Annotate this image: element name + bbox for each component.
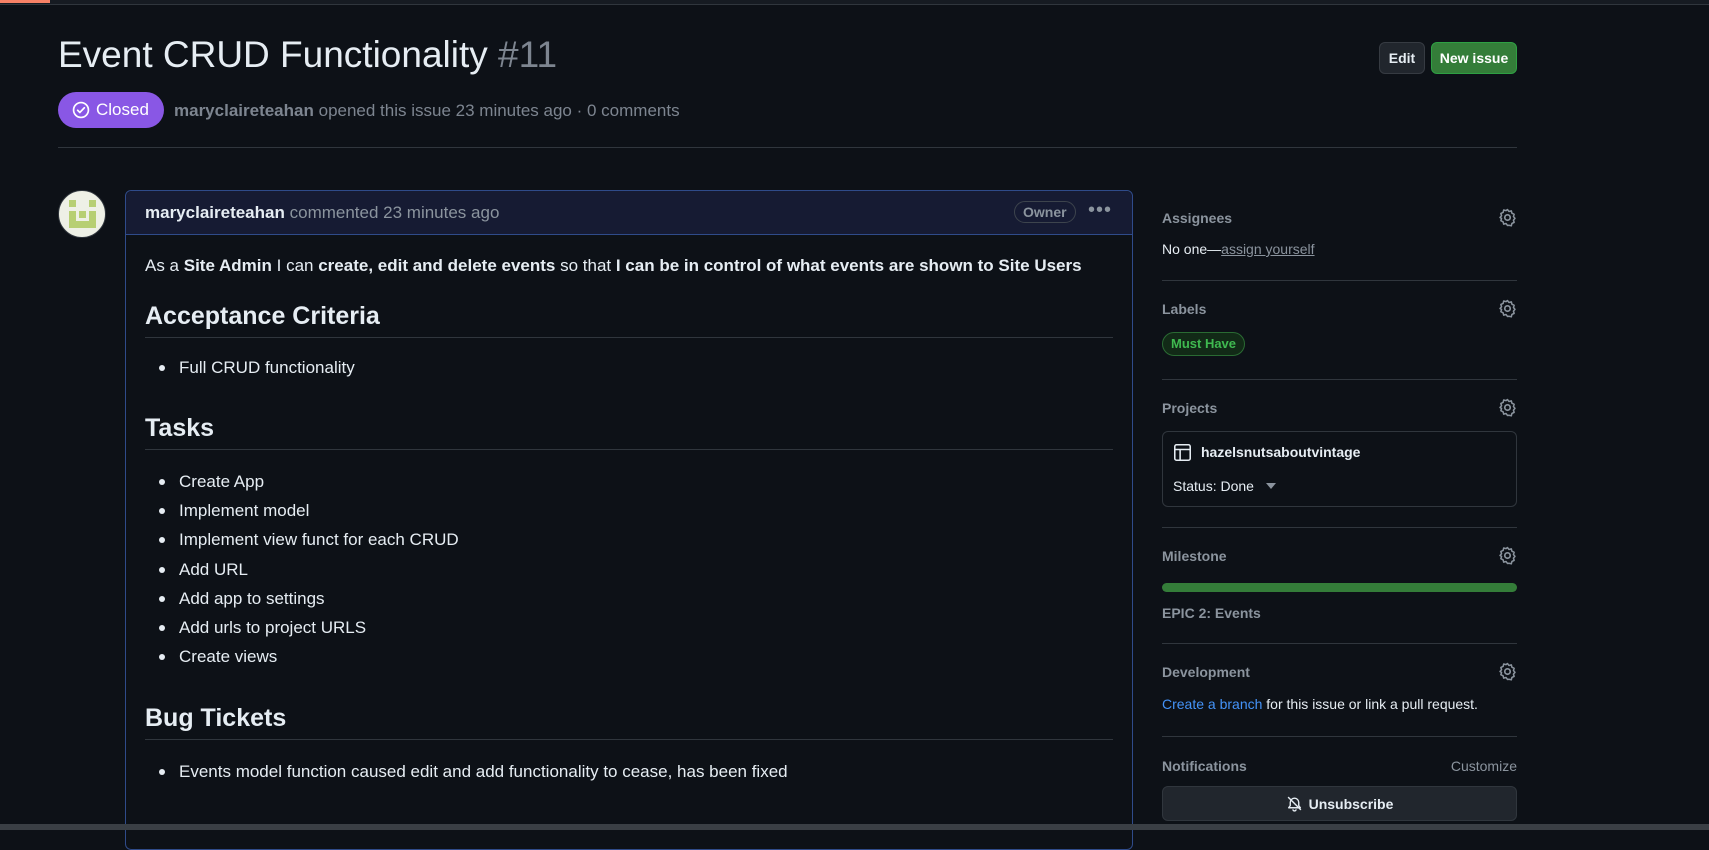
assign-yourself-link[interactable]: assign yourself — [1221, 241, 1314, 257]
bottom-scrollbar[interactable] — [0, 824, 1709, 830]
projects-section: Projects — [1162, 398, 1517, 420]
list-item: Create App — [159, 470, 459, 499]
assignees-section: Assignees No one—assign yourself — [1162, 208, 1517, 257]
project-card: hazelsnutsaboutvintage Status: Done — [1162, 431, 1517, 507]
issue-opened-text: opened this issue 23 minutes ago · 0 com… — [318, 101, 680, 120]
list-item: Add urls to project URLS — [159, 616, 459, 645]
issue-title-text: Event CRUD Functionality — [58, 34, 488, 75]
comment-time[interactable]: commented 23 minutes ago — [290, 203, 500, 222]
check-circle-icon — [72, 101, 90, 119]
notifications-section: Notifications Customize — [1162, 758, 1517, 778]
gear-icon[interactable] — [1498, 398, 1517, 417]
issue-number: #11 — [498, 34, 558, 75]
assignees-heading: Assignees — [1162, 208, 1517, 230]
sidebar-divider — [1162, 379, 1517, 380]
project-status-dropdown[interactable]: Status: Done — [1173, 478, 1276, 494]
kebab-icon[interactable]: ••• — [1088, 200, 1112, 220]
unsubscribe-label: Unsubscribe — [1308, 795, 1394, 812]
gear-icon[interactable] — [1498, 662, 1517, 681]
development-description: for this issue or link a pull request. — [1262, 696, 1478, 712]
development-heading-text: Development — [1162, 664, 1250, 680]
story-goal: create, edit and delete events — [318, 256, 556, 275]
section-heading: Bug Tickets — [145, 704, 1113, 740]
acceptance-list: Full CRUD functionality — [159, 356, 355, 385]
list-item: Add URL — [159, 558, 459, 587]
issue-title: Event CRUD Functionality #11 — [58, 34, 557, 76]
list-item: Create views — [159, 645, 459, 674]
labels-section: Labels Must Have — [1162, 299, 1517, 356]
assignees-value: No one—assign yourself — [1162, 241, 1517, 257]
status-badge: Closed — [58, 92, 164, 128]
edit-button[interactable]: Edit — [1379, 42, 1425, 74]
caret-down-icon — [1265, 483, 1276, 489]
bug-list: Events model function caused edit and ad… — [159, 760, 788, 789]
milestone-section: Milestone — [1162, 546, 1517, 568]
story-benefit: I can be in control of what events are s… — [615, 256, 1082, 275]
milestone-progress-bar — [1162, 583, 1517, 592]
issue-meta: maryclaireteahan opened this issue 23 mi… — [174, 101, 680, 121]
labels-heading: Labels — [1162, 299, 1517, 321]
list-item: Implement model — [159, 499, 459, 528]
project-status: Status: Done — [1173, 478, 1254, 494]
avatar[interactable] — [58, 190, 106, 238]
gear-icon[interactable] — [1498, 299, 1517, 318]
comment-header: maryclaireteahan commented 23 minutes ag… — [126, 191, 1132, 235]
list-item: Add app to settings — [159, 587, 459, 616]
section-heading: Tasks — [145, 414, 1113, 450]
tasks-list: Create App Implement model Implement vie… — [159, 470, 459, 674]
issue-author-link[interactable]: maryclaireteahan — [174, 101, 314, 120]
assignees-none: No one— — [1162, 241, 1222, 257]
sidebar-divider — [1162, 643, 1517, 644]
milestone-heading: Milestone — [1162, 546, 1517, 568]
labels-heading-text: Labels — [1162, 301, 1207, 317]
user-story: As a Site Admin I can create, edit and d… — [145, 256, 1082, 276]
sidebar-divider — [1162, 527, 1517, 528]
issue-comment: maryclaireteahan commented 23 minutes ag… — [125, 190, 1133, 850]
notifications-heading: Notifications Customize — [1162, 758, 1517, 778]
new-issue-button[interactable]: New issue — [1431, 42, 1517, 74]
list-item: Events model function caused edit and ad… — [159, 760, 788, 789]
list-item: Implement view funct for each CRUD — [159, 528, 459, 557]
status-badge-label: Closed — [96, 100, 149, 119]
customize-link[interactable]: Customize — [1451, 758, 1517, 774]
notifications-heading-text: Notifications — [1162, 758, 1247, 774]
assignees-heading-text: Assignees — [1162, 210, 1233, 226]
list-item: Full CRUD functionality — [159, 356, 355, 385]
milestone-heading-text: Milestone — [1162, 548, 1227, 564]
milestone-name[interactable]: EPIC 2: Events — [1162, 605, 1517, 621]
story-text: I can — [271, 256, 319, 275]
bell-slash-icon — [1287, 796, 1301, 812]
sidebar-divider — [1162, 736, 1517, 737]
comment-author[interactable]: maryclaireteahan — [145, 203, 285, 222]
development-section: Development Create a branch for this iss… — [1162, 662, 1517, 712]
section-heading: Acceptance Criteria — [145, 302, 1113, 338]
project-name[interactable]: hazelsnutsaboutvintage — [1201, 444, 1360, 460]
owner-badge: Owner — [1014, 201, 1076, 223]
comment-author-line: maryclaireteahan commented 23 minutes ag… — [145, 203, 499, 223]
projects-heading: Projects — [1162, 398, 1517, 420]
projects-heading-text: Projects — [1162, 400, 1218, 416]
top-border — [0, 0, 1709, 5]
development-text: Create a branch for this issue or link a… — [1162, 696, 1517, 712]
page-load-progress — [0, 0, 50, 3]
gear-icon[interactable] — [1498, 546, 1517, 565]
create-branch-link[interactable]: Create a branch — [1162, 696, 1262, 712]
header-divider — [58, 147, 1517, 148]
story-role: Site Admin — [183, 256, 272, 275]
gear-icon[interactable] — [1498, 208, 1517, 227]
sidebar-divider — [1162, 280, 1517, 281]
development-heading: Development — [1162, 662, 1517, 684]
table-icon — [1174, 444, 1191, 461]
story-text: As a — [145, 256, 184, 275]
story-text: so that — [555, 256, 616, 275]
unsubscribe-button[interactable]: Unsubscribe — [1162, 786, 1517, 821]
label-must-have[interactable]: Must Have — [1162, 332, 1246, 356]
